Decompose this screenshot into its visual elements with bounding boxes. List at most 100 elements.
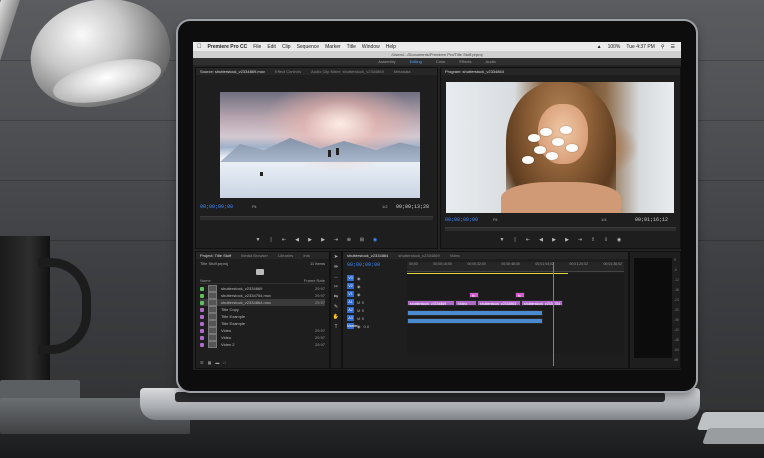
workspace-audio[interactable]: Audio	[486, 58, 496, 65]
source-resolution-select[interactable]: 1/2	[382, 204, 388, 209]
mark-in-icon[interactable]: ▼	[499, 237, 506, 243]
step-back-icon[interactable]: ◀	[294, 237, 301, 243]
workspace-color[interactable]: Color	[436, 58, 446, 65]
program-scrubber[interactable]	[445, 227, 676, 231]
tab-source[interactable]: Source: shutterstock_v2334869.mov	[200, 68, 265, 75]
battery-label[interactable]: 100%	[608, 44, 621, 50]
workspace-effects[interactable]: Effects	[459, 58, 471, 65]
track-header[interactable]: A1 M S	[347, 298, 405, 306]
project-item[interactable]: shutterstock_v2334869 29.97	[200, 285, 325, 292]
tab-info[interactable]: Info	[303, 252, 310, 259]
go-in-icon[interactable]: ⇤	[281, 237, 288, 243]
project-item[interactable]: Title Copy	[200, 306, 325, 313]
zoom-slider-icon[interactable]: ▬	[215, 360, 219, 365]
track-header[interactable]: V3 ◉	[347, 274, 405, 282]
eye-icon[interactable]: ◉	[357, 292, 361, 297]
track-target[interactable]: Master	[347, 323, 358, 329]
mark-out-icon[interactable]: |	[512, 237, 519, 243]
type-tool-icon[interactable]: T	[332, 324, 340, 332]
app-menu[interactable]: Premiere Pro CC	[208, 44, 248, 50]
mute-solo-icon[interactable]: M S	[357, 308, 364, 313]
column-name[interactable]: Name	[200, 278, 211, 283]
playhead[interactable]	[553, 262, 554, 366]
tab-program[interactable]: Program: shutterstock_v2334864	[445, 68, 504, 75]
tab-sequence-3[interactable]: Video	[450, 252, 460, 259]
go-in-icon[interactable]: ⇤	[525, 237, 532, 243]
menu-title[interactable]: Title	[347, 44, 356, 50]
timeline-timecode[interactable]: 00;00;00;00	[347, 262, 380, 268]
pen-tool-icon[interactable]: ✎	[332, 304, 340, 312]
step-forward-icon[interactable]: ▶	[320, 237, 327, 243]
source-timecode-in[interactable]: 00;00;00;00	[200, 204, 233, 210]
menu-marker[interactable]: Marker	[325, 44, 341, 50]
search-icon[interactable]: ⚲	[661, 44, 665, 50]
apple-icon[interactable]: 	[197, 44, 202, 50]
new-bin-icon[interactable]: □	[223, 360, 225, 365]
folder-icon[interactable]	[256, 269, 264, 275]
project-item[interactable]: Video 29.97	[200, 327, 325, 334]
overwrite-icon[interactable]: ⊞	[359, 237, 366, 243]
menu-window[interactable]: Window	[362, 44, 380, 50]
extract-icon[interactable]: ⇩	[603, 237, 610, 243]
lift-icon[interactable]: ⇧	[590, 237, 597, 243]
clip[interactable]: shutterstock_v2334869	[407, 300, 455, 306]
clock[interactable]: Tue 4:37 PM	[626, 44, 654, 50]
audio-clip[interactable]	[407, 318, 543, 324]
track-target[interactable]: V2	[347, 283, 354, 289]
project-item[interactable]: Video 2 29.97	[200, 341, 325, 348]
source-scrubber[interactable]	[200, 216, 433, 220]
menu-list-icon[interactable]: ☰	[671, 44, 675, 50]
hand-tool-icon[interactable]: ✋	[332, 314, 340, 322]
track-select-tool-icon[interactable]: ⇛	[332, 264, 340, 272]
export-frame-icon[interactable]: ◉	[616, 237, 623, 243]
menu-file[interactable]: File	[253, 44, 261, 50]
step-back-icon[interactable]: ◀	[538, 237, 545, 243]
project-item[interactable]: shutterstock_v2334754.mov 29.97	[200, 292, 325, 299]
eye-icon[interactable]: ◉	[357, 284, 361, 289]
play-icon[interactable]: ▶	[551, 237, 558, 243]
tab-effect-controls[interactable]: Effect Controls	[275, 68, 301, 75]
mute-solo-icon[interactable]: M S	[357, 316, 364, 321]
program-timecode-in[interactable]: 00;00;00;00	[445, 217, 478, 223]
list-view-icon[interactable]: ☰	[200, 360, 204, 365]
workspace-editing[interactable]: Editing	[410, 58, 422, 65]
go-out-icon[interactable]: ⇥	[577, 237, 584, 243]
workspace-assembly[interactable]: Assembly	[378, 58, 395, 65]
selection-tool-icon[interactable]: ➤	[332, 254, 340, 262]
program-fit-select[interactable]: Fit	[493, 217, 497, 222]
program-resolution-select[interactable]: 1/4	[601, 217, 607, 222]
time-ruler[interactable]: 00;00 00;00;16;00 00;00;32;00 00;00;48;00 00…	[407, 262, 624, 272]
source-fit-select[interactable]: Fit	[252, 204, 256, 209]
track-target[interactable]: A3	[347, 315, 354, 321]
track-header[interactable]: Master ◉ 0.0	[347, 322, 405, 330]
track-header[interactable]: A3 M S	[347, 314, 405, 322]
wifi-icon[interactable]: ▲	[597, 44, 602, 50]
mark-out-icon[interactable]: |	[268, 237, 275, 243]
track-header[interactable]: A2 M S	[347, 306, 405, 314]
mark-in-icon[interactable]: ▼	[255, 237, 262, 243]
clip[interactable]: shutterstock_v2334754	[521, 300, 563, 306]
project-item[interactable]: Title Example	[200, 320, 325, 327]
track-header[interactable]: V2 ◉	[347, 282, 405, 290]
export-frame-icon[interactable]: ◉	[372, 237, 379, 243]
play-icon[interactable]: ▶	[307, 237, 314, 243]
clip[interactable]: fx	[515, 292, 525, 298]
mute-solo-icon[interactable]: M S	[357, 300, 364, 305]
track-header[interactable]: V1 ◉	[347, 290, 405, 298]
menu-edit[interactable]: Edit	[267, 44, 276, 50]
source-video-frame[interactable]	[220, 92, 420, 198]
tab-audio-clip-mixer[interactable]: Audio Clip Mixer: shutterstock_v2334869	[311, 68, 384, 75]
insert-icon[interactable]: ⊕	[346, 237, 353, 243]
tab-sequence-1[interactable]: shutterstock_v2334864	[347, 252, 388, 259]
program-video-frame[interactable]	[446, 82, 674, 213]
eye-icon[interactable]: ◉	[357, 276, 361, 281]
track-target[interactable]: A2	[347, 307, 354, 313]
menu-help[interactable]: Help	[386, 44, 396, 50]
icon-view-icon[interactable]: ▦	[208, 360, 212, 365]
menu-clip[interactable]: Clip	[282, 44, 291, 50]
tab-project[interactable]: Project: Title Stuff	[200, 252, 231, 259]
clip[interactable]: Video	[455, 300, 477, 306]
audio-clip[interactable]	[407, 310, 543, 316]
project-item[interactable]: Title Example	[200, 313, 325, 320]
clip[interactable]: fx	[469, 292, 479, 298]
